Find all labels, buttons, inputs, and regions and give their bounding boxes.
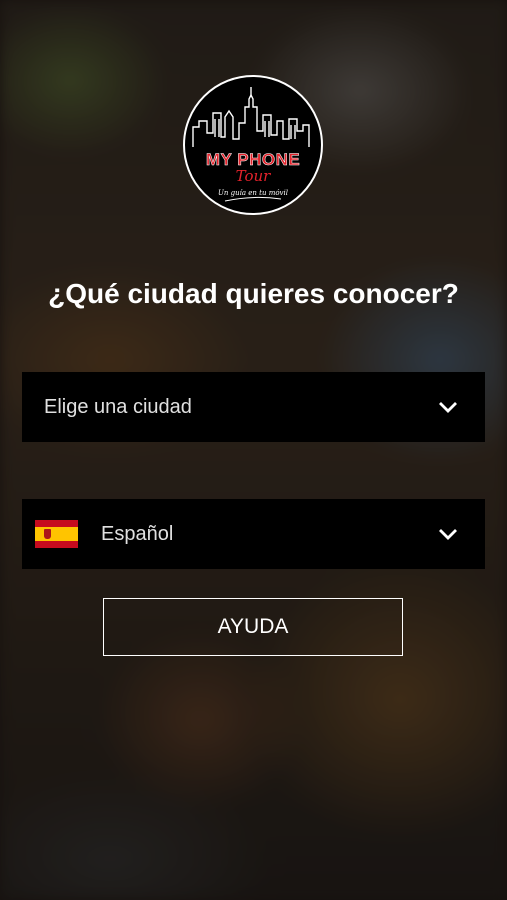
language-select-label: Español bbox=[101, 522, 174, 545]
chevron-down-icon bbox=[439, 402, 457, 413]
logo-tagline: Un guía en tu móvil bbox=[218, 189, 288, 197]
spain-flag-icon bbox=[35, 520, 78, 548]
help-button[interactable]: AYUDA bbox=[103, 598, 403, 656]
page-title: ¿Qué ciudad quieres conocer? bbox=[48, 278, 459, 309]
city-picker-screen: MY PHONE Tour Un guía en tu móvil ¿Qué c… bbox=[0, 0, 507, 900]
city-select-label: Elige una ciudad bbox=[44, 395, 192, 418]
chevron-down-icon bbox=[439, 529, 457, 540]
language-select[interactable]: Español bbox=[22, 499, 485, 569]
city-select[interactable]: Elige una ciudad bbox=[22, 372, 485, 442]
app-logo: MY PHONE Tour Un guía en tu móvil bbox=[183, 75, 323, 215]
logo-script-text: Tour bbox=[235, 167, 271, 185]
